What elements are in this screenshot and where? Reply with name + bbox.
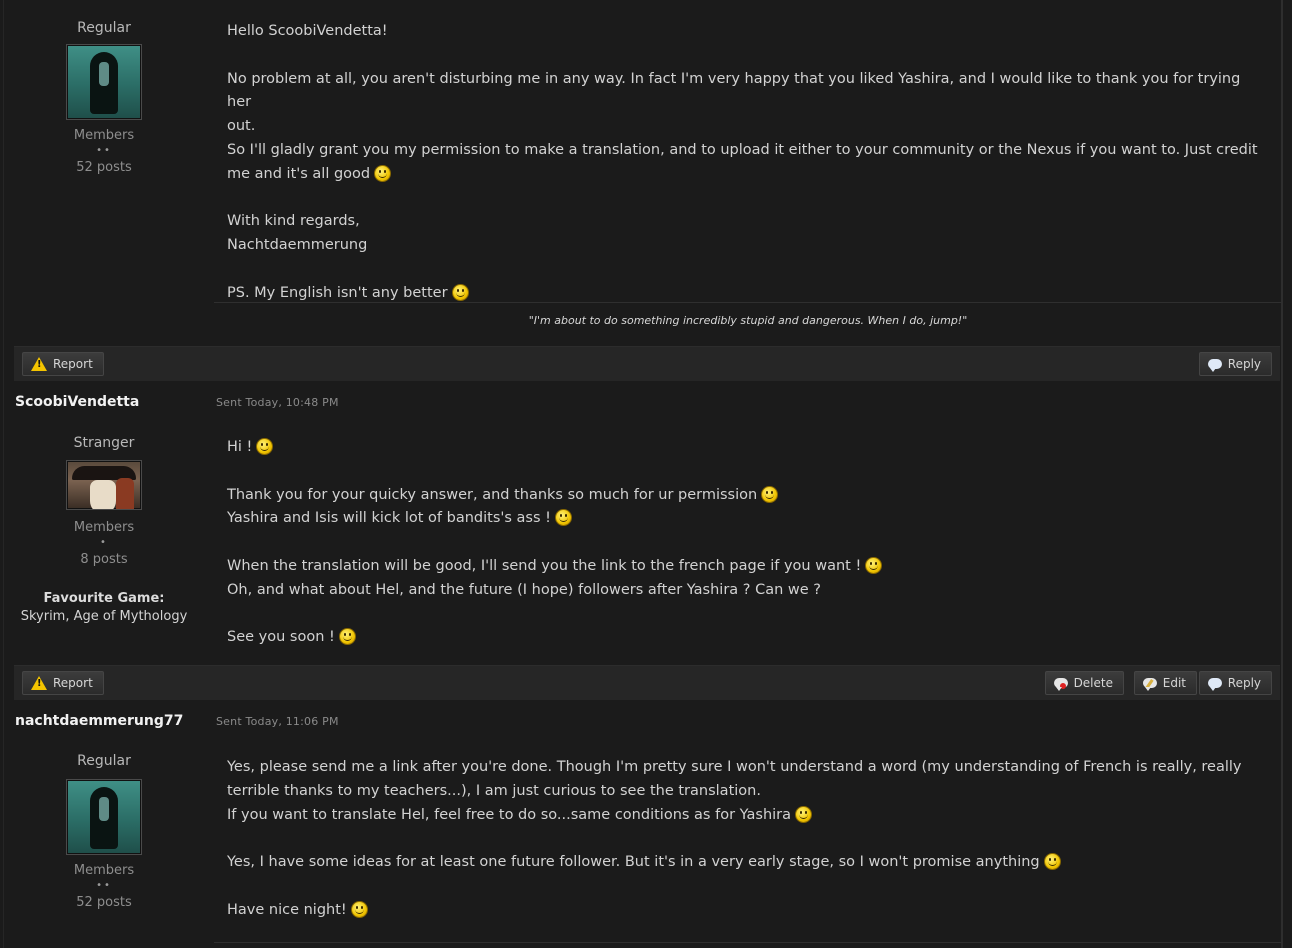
edit-label: Edit [1162,676,1186,690]
signature: "I'm about to do something incredibly st… [528,314,968,327]
delete-label: Delete [1073,676,1113,690]
report-button[interactable]: ! Report [22,352,104,376]
post-count: 8 posts [80,552,128,567]
reply-button[interactable]: Reply [1198,671,1272,695]
post-line: When the translation will be good, I'll … [227,555,1267,579]
reputation-pips: •• [96,880,112,891]
author-panel: Regular Members •• 52 posts [4,20,204,175]
member-rank: Regular [77,753,131,769]
smiley-icon [256,438,274,455]
member-group: Members [73,863,135,878]
report-label: Report [53,357,93,371]
member-group: Members [73,520,135,535]
post-date: Sent Today, 10:48 PM [216,396,339,409]
favourite-game-label: Favourite Game: [43,591,165,606]
signature-divider [214,942,1282,943]
smiley-icon [761,485,779,503]
message-thread: Regular Members •• 52 posts Hello Scoobi… [3,0,1283,948]
delete-button[interactable]: Delete [1044,671,1124,695]
signature-divider [214,302,1282,303]
post-line: Nachtdaemmerung [227,237,368,254]
report-button[interactable]: ! Report [22,671,104,695]
warning-icon: ! [31,676,47,690]
reply-label: Reply [1227,676,1261,690]
post-line: Yashira and Isis will kick lot of bandit… [227,507,1267,531]
avatar[interactable] [66,460,142,510]
avatar[interactable] [66,779,142,855]
post-actions: ! Report Reply [14,346,1280,381]
reply-icon [1207,359,1222,372]
post-line: out. [227,118,256,135]
reply-icon [1207,678,1222,691]
author-panel: Regular Members •• 52 posts [4,753,204,910]
member-group: Members [73,128,135,143]
post-line: No problem at all, you aren't disturbing… [227,70,1241,111]
post-line: Yes, I have some ideas for at least one … [227,851,1267,875]
post-line: Oh, and what about Hel, and the future (… [227,581,821,598]
grin-smiley-icon [554,509,572,527]
post-line: So I'll gladly grant you my permission t… [227,141,1258,158]
edit-button[interactable]: Edit [1133,671,1197,695]
post-line: Hello ScoobiVendetta! [227,23,388,39]
avatar[interactable] [66,44,142,120]
post-author-name[interactable]: ScoobiVendetta [15,394,139,410]
post-line: If you want to translate Hel, feel free … [227,804,1267,828]
post-count: 52 posts [76,160,132,175]
post-actions: ! Report Delete Edit Reply [14,665,1280,700]
post-author-name[interactable]: nachtdaemmerung77 [15,713,183,729]
post-line: Have nice night! [227,899,1267,923]
post-line: With kind regards, [227,213,360,230]
smiley-icon [338,628,356,646]
smiley-icon [350,900,368,918]
post-line: Yes, please send me a link after you're … [227,759,1242,775]
report-label: Report [53,676,93,690]
post-count: 52 posts [76,895,132,910]
smiley-icon [374,164,392,182]
reply-label: Reply [1227,357,1261,371]
smiley-icon [865,556,883,574]
post-body: Hi ! Thank you for your quicky answer, a… [227,436,1267,650]
delete-icon [1053,678,1068,691]
reputation-pips: • [100,537,108,548]
reply-button[interactable]: Reply [1198,352,1272,376]
member-rank: Regular [77,20,131,36]
post-line: me and it's all good [227,163,1267,187]
reputation-pips: •• [96,145,112,156]
post-body: Yes, please send me a link after you're … [227,756,1267,923]
post-date: Sent Today, 11:06 PM [216,715,339,728]
wink-smiley-icon [1043,853,1061,871]
smiley-icon [795,805,813,823]
post-line: Thank you for your quicky answer, and th… [227,484,1267,508]
member-rank: Stranger [73,435,135,451]
post-line: See you soon ! [227,626,1267,650]
warning-icon: ! [31,357,47,371]
edit-icon [1142,678,1157,691]
favourite-game-value: Skyrim, Age of Mythology [20,609,188,624]
author-panel: Stranger Members • 8 posts Favourite Gam… [4,435,204,624]
wink-smiley-icon [451,283,469,301]
post-line: terrible thanks to my teachers...), I am… [227,782,761,799]
post-body: Hello ScoobiVendetta! No problem at all,… [227,20,1267,306]
post-line: Hi ! [227,436,1267,460]
